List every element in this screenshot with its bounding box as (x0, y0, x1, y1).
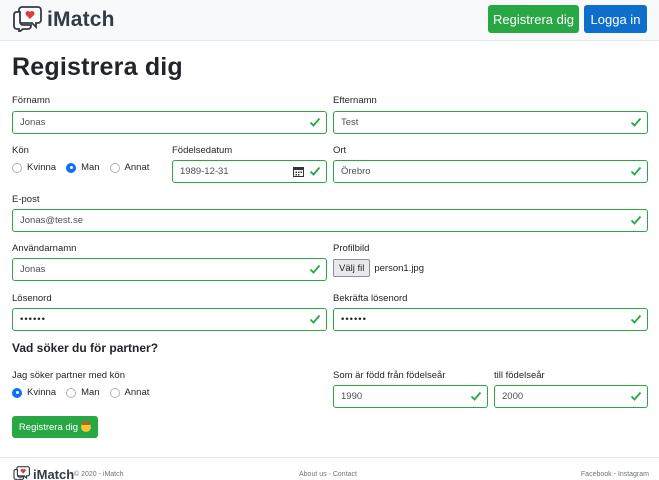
birthdate-input[interactable]: 1989-12-31 (172, 160, 327, 183)
username-label: Användarnamn (12, 243, 77, 254)
check-icon (630, 390, 642, 402)
nav-register-button[interactable]: Registrera dig (488, 5, 579, 33)
birth-year-from-input[interactable]: 1990 (333, 385, 488, 408)
check-icon (630, 116, 642, 128)
check-icon (309, 165, 321, 177)
brand-name: iMatch (47, 7, 115, 31)
birth-year-from-value: 1990 (341, 391, 363, 402)
gender-radio-group: Kvinna Man Annat (12, 162, 159, 173)
partner-option-label: Annat (124, 387, 150, 398)
password-label: Lösenord (12, 293, 52, 304)
gender-option-label: Man (81, 162, 100, 173)
page-title: Registrera dig (12, 53, 183, 81)
partner-gender-radio-group: Kvinna Man Annat (12, 387, 159, 398)
radio-kvinna[interactable] (12, 387, 22, 398)
radio-annat[interactable] (109, 387, 120, 398)
partner-gender-label: Jag söker partner med kön (12, 370, 126, 381)
password-input[interactable]: •••••• (12, 308, 327, 331)
navbar: iMatch Registrera dig Logga in (0, 0, 659, 41)
radio-annat[interactable] (109, 162, 120, 173)
gender-option-annat[interactable]: Annat (109, 162, 150, 173)
check-icon (309, 313, 321, 325)
logo-chat-heart-icon (13, 465, 31, 480)
partner-option-annat[interactable]: Annat (109, 387, 150, 398)
footer: iMatch © 2020 - iMatch About us - Contac… (0, 457, 659, 480)
birth-year-from-label: Som är född från födelseår (333, 370, 446, 381)
profile-image-input: Välj fil person1.jpg (333, 259, 424, 277)
footer-brand-name: iMatch (33, 467, 75, 480)
file-name: person1.jpg (374, 262, 424, 274)
confirm-password-label: Bekräfta lösenord (333, 293, 408, 304)
check-icon (630, 165, 642, 177)
footer-copyright: © 2020 - iMatch (74, 471, 124, 478)
radio-kvinna[interactable] (12, 162, 22, 173)
first-name-value: Jonas (20, 117, 46, 128)
partner-option-label: Kvinna (27, 387, 57, 398)
gender-option-label: Annat (124, 162, 150, 173)
smile-emoji-icon (81, 421, 92, 432)
birthdate-value: 1989-12-31 (180, 166, 229, 177)
birthdate-label: Födelsedatum (172, 145, 233, 156)
brand-logo[interactable]: iMatch (13, 4, 115, 35)
gender-option-label: Kvinna (27, 162, 57, 173)
check-icon (630, 313, 642, 325)
partner-option-kvinna[interactable]: Kvinna (12, 387, 56, 398)
partner-option-man[interactable]: Man (66, 387, 100, 398)
last-name-value: Test (341, 117, 359, 128)
birth-year-to-input[interactable]: 2000 (494, 385, 648, 408)
confirm-password-input[interactable]: •••••• (333, 308, 648, 331)
partner-option-label: Man (81, 387, 100, 398)
submit-register-button[interactable]: Registrera dig (12, 416, 98, 438)
username-value: Jonas (20, 264, 46, 275)
radio-man[interactable] (66, 387, 77, 398)
choose-file-button[interactable]: Välj fil (333, 259, 371, 277)
email-input[interactable]: Jonas@test.se (12, 209, 648, 232)
last-name-label: Efternamn (333, 95, 377, 106)
first-name-label: Förnamn (12, 95, 51, 106)
city-label: Ort (333, 145, 347, 156)
gender-option-man[interactable]: Man (66, 162, 100, 173)
profile-image-label: Profilbild (333, 243, 370, 254)
city-value: Örebro (341, 166, 371, 177)
birth-year-to-value: 2000 (502, 391, 524, 402)
username-input[interactable]: Jonas (12, 258, 327, 281)
logo-chat-heart-icon (13, 4, 43, 35)
radio-man[interactable] (66, 162, 77, 173)
partner-section-title: Vad söker du för partner? (12, 341, 159, 355)
check-icon (309, 116, 321, 128)
check-icon (309, 263, 321, 275)
confirm-password-value: •••••• (341, 314, 367, 325)
last-name-input[interactable]: Test (333, 111, 648, 134)
gender-label: Kön (12, 145, 29, 156)
email-label: E-post (12, 194, 40, 205)
first-name-input[interactable]: Jonas (12, 111, 327, 134)
password-value: •••••• (20, 314, 46, 325)
footer-links-about-contact[interactable]: About us - Contact (299, 471, 357, 478)
gender-option-kvinna[interactable]: Kvinna (12, 162, 56, 173)
nav-login-button[interactable]: Logga in (584, 5, 647, 33)
check-icon (470, 390, 482, 402)
check-icon (630, 214, 642, 226)
birth-year-to-label: till födelseår (494, 370, 545, 381)
email-value: Jonas@test.se (20, 215, 83, 226)
calendar-icon[interactable] (293, 166, 304, 177)
footer-brand[interactable]: iMatch (13, 465, 74, 480)
footer-links-social[interactable]: Facebook - Instagram (581, 471, 649, 478)
city-input[interactable]: Örebro (333, 160, 648, 183)
submit-label: Registrera dig (18, 421, 79, 433)
